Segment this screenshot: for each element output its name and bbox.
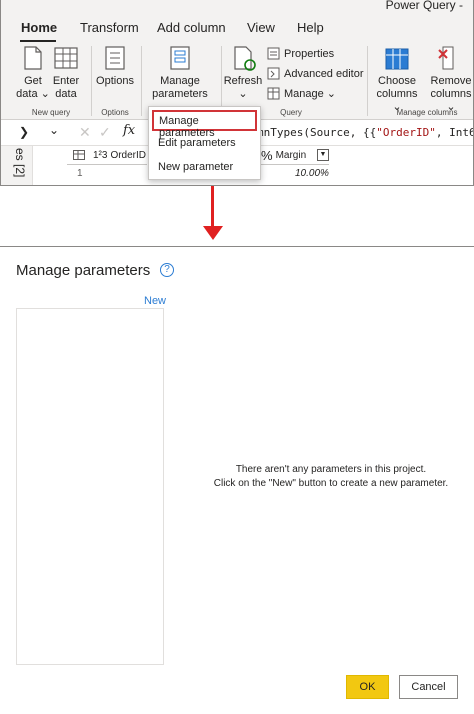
table-icon bbox=[54, 47, 78, 69]
help-icon[interactable]: ? bbox=[160, 263, 174, 277]
group-separator bbox=[141, 46, 142, 116]
parameter-list[interactable] bbox=[16, 308, 164, 665]
app-title: Power Query - bbox=[385, 0, 463, 12]
group-separator bbox=[91, 46, 92, 116]
commit-formula-icon[interactable]: ✓ bbox=[99, 124, 111, 141]
manage-table-icon bbox=[267, 87, 280, 100]
advanced-editor-label: Advanced editor bbox=[284, 67, 364, 80]
new-parameter-link[interactable]: New bbox=[144, 295, 166, 307]
ribbon-tabs: Home Transform Add column View Help bbox=[1, 12, 473, 42]
manage-query-label: Manage ⌄ bbox=[284, 88, 337, 100]
manage-query-button[interactable]: Manage ⌄ bbox=[267, 87, 336, 100]
title-bar: Power Query - bbox=[1, 0, 473, 12]
collapse-queries-chevron-icon[interactable]: ❯ bbox=[19, 125, 29, 139]
formula-code-part: mnTypes(Source, {{ bbox=[257, 126, 377, 139]
percentage-type-icon[interactable]: % bbox=[261, 148, 273, 163]
empty-state-line: Click on the "New" button to create a ne… bbox=[213, 478, 449, 489]
choose-columns-label-1: Choose bbox=[378, 75, 416, 87]
properties-button[interactable]: Properties bbox=[267, 47, 334, 60]
tab-help[interactable]: Help bbox=[297, 20, 324, 35]
arrow-annotation bbox=[211, 186, 214, 231]
empty-state-line: There aren't any parameters in this proj… bbox=[235, 464, 427, 475]
refresh-icon bbox=[234, 46, 256, 71]
table-menu-icon[interactable] bbox=[67, 146, 91, 165]
options-icon bbox=[105, 46, 125, 70]
data-grid: 1²3 OrderID % Margin ▼ 1 10.00% bbox=[67, 146, 473, 185]
advanced-editor-icon bbox=[267, 67, 280, 80]
choose-columns-icon bbox=[385, 48, 409, 70]
queries-pane-label: es [2] bbox=[13, 148, 27, 178]
refresh-label-1: Refresh bbox=[223, 75, 263, 87]
properties-label: Properties bbox=[284, 47, 335, 60]
group-query: Query bbox=[280, 108, 302, 117]
table-cell[interactable]: 10.00% bbox=[295, 168, 329, 179]
fx-icon[interactable]: fx bbox=[123, 123, 135, 138]
get-data-label-2: data ⌄ bbox=[16, 88, 50, 100]
enter-data-label-2: data bbox=[55, 88, 77, 100]
menu-item-new-parameter[interactable]: New parameter bbox=[158, 161, 233, 173]
tab-view[interactable]: View bbox=[247, 20, 275, 35]
get-data-label-1: Get bbox=[24, 75, 42, 87]
dialog-title: Manage parameters bbox=[16, 262, 151, 279]
power-query-editor: Power Query - Home Transform Add column … bbox=[0, 0, 474, 186]
properties-icon bbox=[267, 47, 280, 60]
formula-code-string: "OrderID" bbox=[376, 126, 436, 139]
tab-home[interactable]: Home bbox=[21, 20, 57, 35]
group-manage-columns: Manage columns bbox=[396, 108, 458, 117]
tab-add-column[interactable]: Add column bbox=[157, 20, 226, 35]
formula-code-rest: , Int64.Typ bbox=[435, 126, 474, 139]
group-options: Options bbox=[101, 108, 129, 117]
group-new-query: New query bbox=[31, 108, 71, 117]
enter-data-label-1: Enter bbox=[52, 75, 80, 87]
manage-parameters-dialog: Manage parameters ? New There aren't any… bbox=[0, 246, 474, 714]
column-name: OrderID bbox=[110, 149, 147, 161]
cancel-formula-icon[interactable]: ✕ bbox=[79, 124, 91, 141]
cancel-button[interactable]: Cancel bbox=[399, 675, 458, 699]
options-label: Options bbox=[96, 75, 134, 87]
row-number: 1 bbox=[77, 168, 83, 179]
group-separator bbox=[367, 46, 368, 116]
arrow-head-icon bbox=[203, 226, 223, 240]
menu-item-manage-parameters[interactable]: Manage parameters bbox=[152, 110, 257, 139]
parameters-icon bbox=[170, 46, 190, 70]
manage-parameters-label-1: Manage bbox=[160, 75, 200, 87]
refresh-label-2: ⌄ bbox=[238, 88, 248, 100]
formula-text[interactable]: mnTypes(Source, {{"OrderID", Int64.Typ bbox=[257, 126, 474, 139]
empty-state-message: There aren't any parameters in this proj… bbox=[196, 463, 466, 491]
ok-button[interactable]: OK bbox=[346, 675, 389, 699]
menu-item-edit-parameters[interactable]: Edit parameters bbox=[158, 137, 236, 149]
remove-columns-icon bbox=[438, 46, 454, 70]
tab-transform[interactable]: Transform bbox=[80, 20, 139, 35]
document-icon bbox=[24, 46, 42, 70]
manage-parameters-menu: Manage parameters Edit parameters New pa… bbox=[148, 106, 261, 180]
advanced-editor-button[interactable]: Advanced editor bbox=[267, 67, 364, 80]
column-name: Margin bbox=[275, 149, 307, 161]
column-header-orderid[interactable]: 1²3 OrderID bbox=[91, 146, 147, 165]
column-header-margin[interactable]: % Margin ▼ bbox=[259, 146, 329, 165]
column-filter-dropdown-icon[interactable]: ▼ bbox=[317, 149, 329, 161]
whole-number-type-icon[interactable]: 1²3 bbox=[93, 150, 107, 161]
chevron-down-icon[interactable]: ⌄ bbox=[49, 123, 59, 137]
remove-columns-label-1: Remove bbox=[430, 75, 472, 87]
